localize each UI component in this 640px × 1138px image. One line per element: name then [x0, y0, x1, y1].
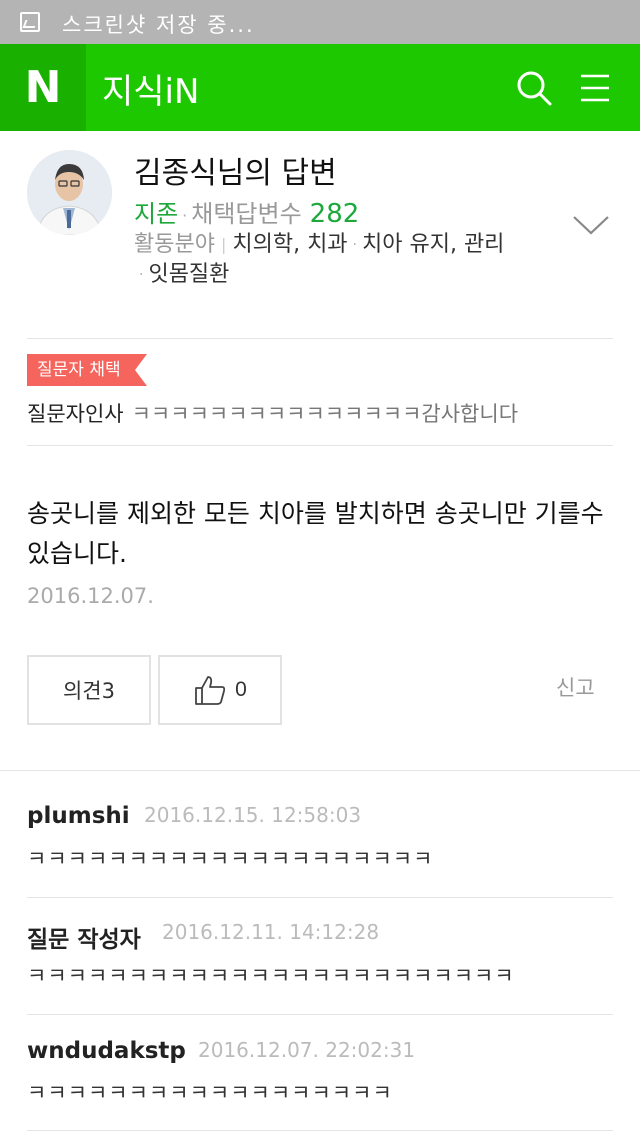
divider [27, 1130, 613, 1131]
field-label: 활동분야 [134, 232, 215, 257]
rank-label: 지존 [134, 200, 179, 228]
screenshot-icon [20, 12, 40, 32]
thanks-label: 질문자인사 [27, 402, 124, 426]
field-item: 치아 유지, 관리 [362, 232, 505, 257]
comment-text: ㅋㅋㅋㅋㅋㅋㅋㅋㅋㅋㅋㅋㅋㅋㅋㅋㅋㅋㅋㅋ [27, 847, 434, 871]
like-count: 0 [235, 678, 247, 701]
like-button[interactable]: 0 [158, 655, 282, 725]
doctor-portrait-icon [27, 150, 112, 235]
answer-date: 2016.12.07. [27, 584, 154, 608]
divider [27, 897, 613, 898]
field-item: 잇몸질환 [148, 262, 230, 287]
opinion-button[interactable]: 의견3 [27, 655, 151, 725]
adopt-count-value: 282 [309, 199, 360, 229]
questioner-thanks: 질문자인사 ㅋㅋㅋㅋㅋㅋㅋㅋㅋㅋㅋㅋㅋㅋㅋ감사합니다 [27, 398, 518, 428]
field-item: 치의학, 치과 [232, 232, 348, 257]
divider [27, 338, 613, 339]
divider [0, 770, 640, 771]
status-text: 스크린샷 저장 중... [62, 13, 255, 37]
logo-letter: N [24, 62, 62, 113]
comment-text: ㅋㅋㅋㅋㅋㅋㅋㅋㅋㅋㅋㅋㅋㅋㅋㅋㅋㅋ [27, 1081, 393, 1105]
naver-logo[interactable]: N [0, 44, 86, 131]
adopted-badge: 질문자 채택 [27, 354, 147, 386]
app-title[interactable]: 지식iN [102, 64, 199, 113]
comment-author[interactable]: wndudakstp [27, 1038, 186, 1064]
answerer-rank: 지존 · 채택답변수 282 [134, 194, 359, 229]
answer-text: 송곳니를 제외한 모든 치아를 발치하면 송곳니만 기를수 있습니다. [27, 499, 604, 568]
comment-date: 2016.12.15. 12:58:03 [144, 803, 362, 827]
thanks-text: ㅋㅋㅋㅋㅋㅋㅋㅋㅋㅋㅋㅋㅋㅋㅋ감사합니다 [131, 402, 519, 426]
field-divider: | [220, 235, 227, 254]
comment-text: ㅋㅋㅋㅋㅋㅋㅋㅋㅋㅋㅋㅋㅋㅋㅋㅋㅋㅋㅋㅋㅋㅋㅋㅋ [27, 964, 515, 988]
adopt-count-label: 채택답변수 [191, 200, 302, 228]
divider [27, 445, 613, 446]
separator-dot: · [182, 205, 188, 225]
avatar[interactable] [27, 150, 112, 235]
separator-dot: · [139, 267, 144, 283]
menu-icon[interactable] [578, 70, 612, 106]
report-link[interactable]: 신고 [556, 672, 595, 702]
separator-dot: · [352, 237, 357, 253]
comment-author[interactable]: plumshi [27, 803, 130, 829]
divider [27, 1014, 613, 1015]
app-header: N 지식iN [0, 44, 640, 131]
activity-fields: 활동분야 | 치의학, 치과 · 치아 유지, 관리 · 잇몸질환 [134, 230, 564, 290]
answerer-name[interactable]: 김종식님의 답변 [134, 148, 337, 192]
comment-date: 2016.12.07. 22:02:31 [198, 1038, 416, 1062]
comment-date: 2016.12.11. 14:12:28 [162, 920, 380, 944]
comment-author[interactable]: 질문 작성자 [27, 920, 141, 954]
search-icon[interactable] [514, 68, 554, 108]
chevron-down-icon[interactable] [572, 214, 610, 236]
thumbs-up-icon [195, 676, 226, 705]
status-bar: 스크린샷 저장 중... [0, 0, 640, 44]
